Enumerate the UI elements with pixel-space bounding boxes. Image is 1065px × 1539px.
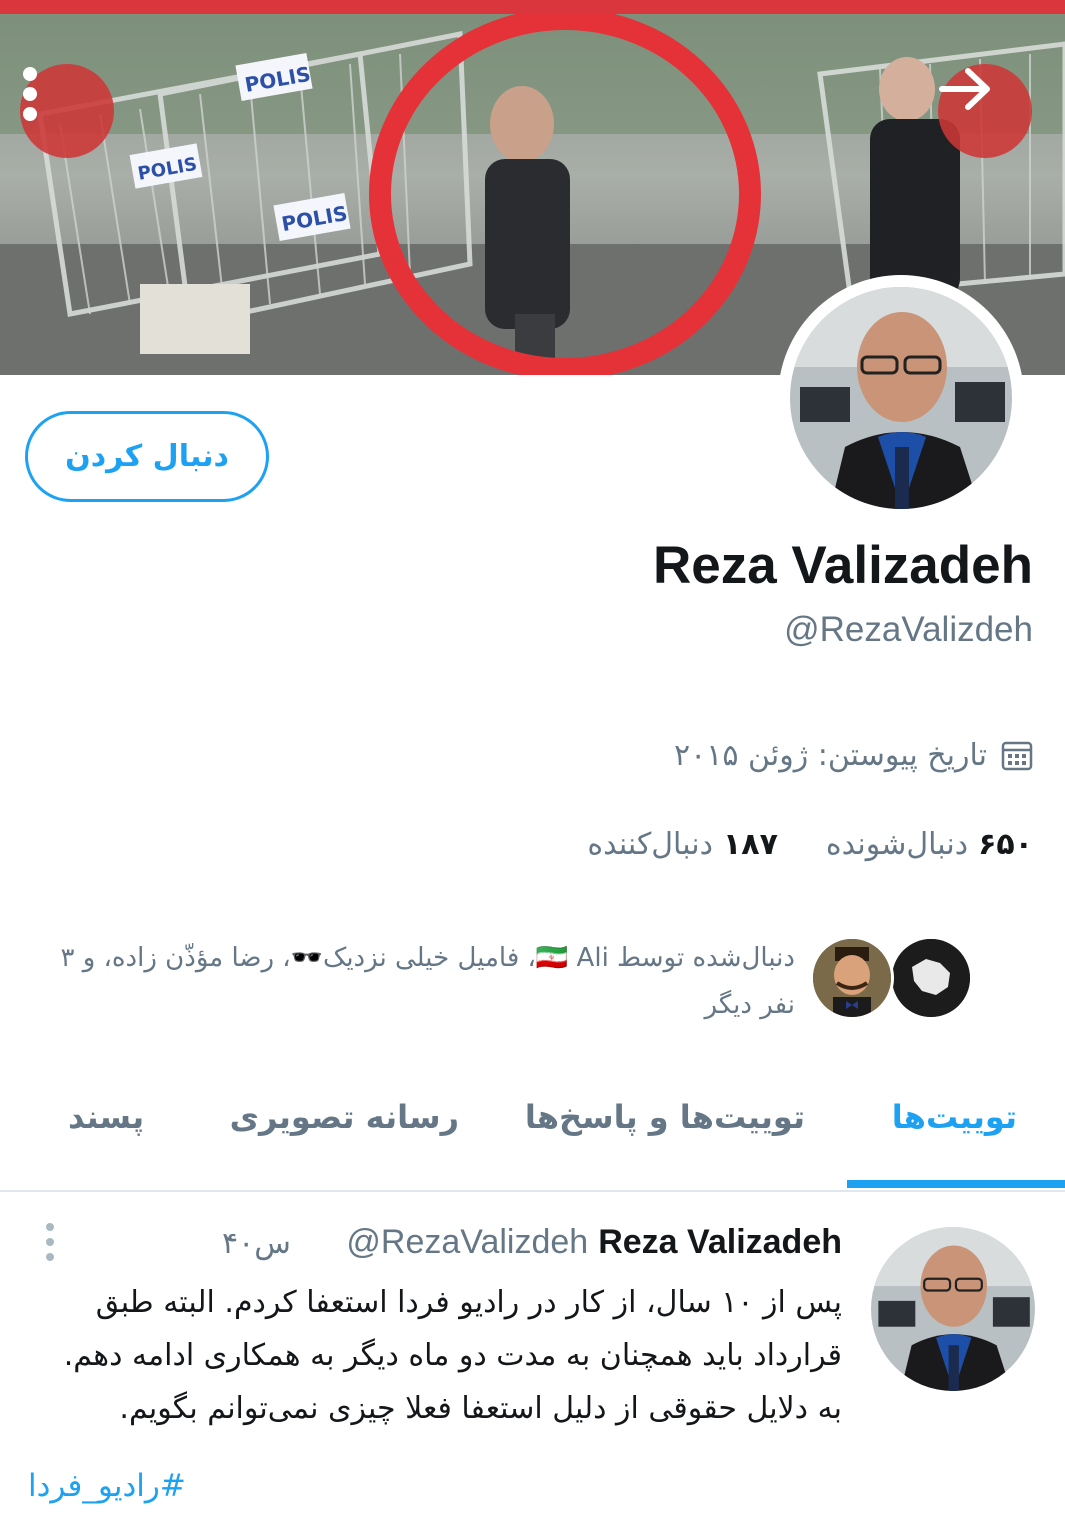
tweet-body: پس از ۱۰ سال، از کار در رادیو فردا استعف… (63, 1285, 842, 1426)
tab-likes[interactable]: پسند (68, 1098, 144, 1136)
join-date-text: تاریخ پیوستن: ژوئن ۲۰۱۵ (674, 737, 987, 773)
follow-button[interactable]: دنبال کردن (25, 411, 269, 502)
tab-media[interactable]: رسانه تصویری (230, 1098, 459, 1136)
followers-label[interactable]: دنبال‌کننده (587, 827, 713, 862)
tab-tweets-and-replies[interactable]: توییت‌ها و پاسخ‌ها (525, 1098, 805, 1136)
following-label[interactable]: دنبال‌شونده (826, 827, 968, 862)
followers-count[interactable]: ۱۸۷ (723, 827, 778, 862)
tweet-more-icon[interactable] (40, 1222, 60, 1262)
tweet-timestamp[interactable]: ۴۰س (222, 1226, 291, 1261)
profile-tabs: توییت‌ها توییت‌ها و پاسخ‌ها رسانه تصویری… (0, 1060, 1065, 1192)
more-options-button[interactable] (20, 64, 114, 158)
iran-map-icon (892, 939, 970, 1017)
profile-stats: ۶۵۰ دنبال‌شونده ۱۸۷ دنبال‌کننده (587, 822, 1033, 866)
followed-by-text[interactable]: دنبال‌شده توسط 🇮🇷 Ali، فامیل خیلی نزدیک🕶… (5, 935, 795, 1029)
following-count[interactable]: ۶۵۰ (978, 827, 1033, 862)
follower-avatar-iran-map[interactable] (889, 936, 973, 1020)
profile-avatar[interactable] (778, 275, 1024, 521)
forward-button[interactable] (938, 64, 1032, 158)
tweet-author-handle[interactable]: @RezaValizdeh (346, 1223, 588, 1261)
follower-avatar-character[interactable] (810, 936, 894, 1020)
active-tab-indicator (847, 1180, 1065, 1188)
top-accent-bar (0, 0, 1065, 14)
followed-by-line-2: نفر دیگر (704, 990, 795, 1020)
tweet-author-photo (871, 1227, 1035, 1391)
cartoon-character-icon (813, 939, 891, 1017)
tweet-avatar[interactable] (871, 1227, 1035, 1391)
profile-name: Reza Valizadeh (652, 536, 1033, 595)
tab-tweets[interactable]: توییت‌ها (892, 1098, 1017, 1136)
profile-handle: @RezaValizdeh (784, 610, 1033, 649)
profile-photo (790, 287, 1012, 509)
tweet-hashtag[interactable]: #رادیو_فردا (28, 1468, 186, 1504)
followed-by-line-1: دنبال‌شده توسط 🇮🇷 Ali، فامیل خیلی نزدیک🕶… (60, 943, 795, 973)
tweet-author-name[interactable]: Reza Valizadeh (598, 1223, 842, 1261)
calendar-icon (1001, 741, 1033, 771)
arrow-right-icon (939, 68, 990, 110)
tweet-header: @RezaValizdeh Reza Valizadeh (346, 1222, 842, 1262)
more-vertical-icon (23, 67, 37, 121)
join-date: تاریخ پیوستن: ژوئن ۲۰۱۵ (674, 733, 1033, 777)
